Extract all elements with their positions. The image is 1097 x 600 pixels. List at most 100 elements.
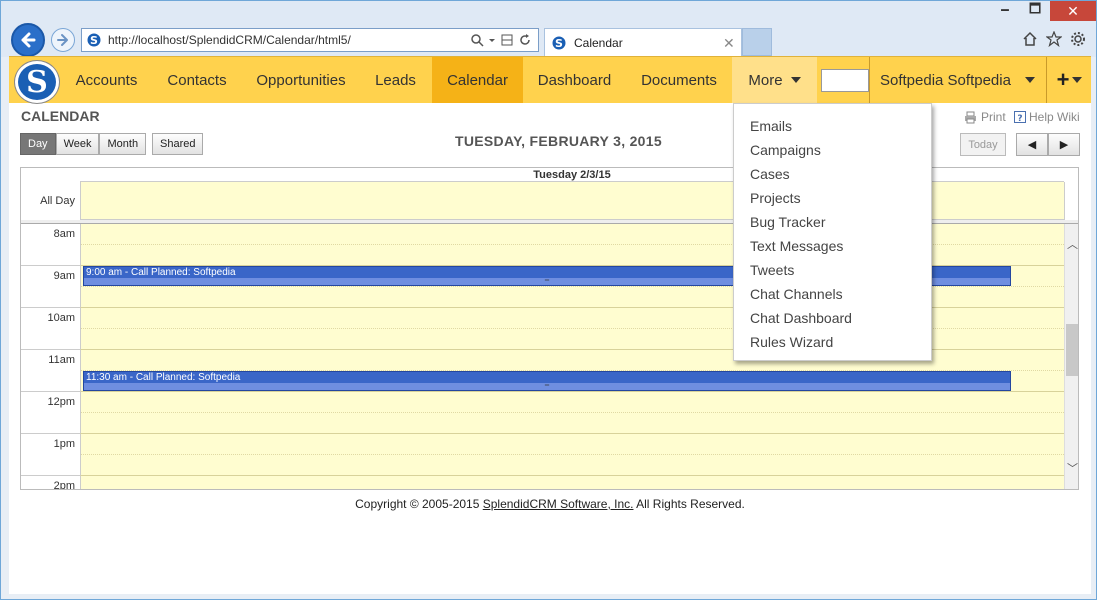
- splendidcrm-logo[interactable]: S: [15, 61, 59, 103]
- nav-dashboard[interactable]: Dashboard: [523, 57, 626, 103]
- current-date-title: TUESDAY, FEBRUARY 3, 2015: [455, 133, 662, 149]
- user-menu[interactable]: Softpedia Softpedia: [869, 57, 1047, 103]
- nav-accounts[interactable]: Accounts: [62, 57, 151, 103]
- url-text[interactable]: http://localhost/SplendidCRM/Calendar/ht…: [108, 33, 470, 47]
- splendidcrm-favicon-icon: S: [86, 32, 102, 48]
- nav-contacts[interactable]: Contacts: [151, 57, 243, 103]
- new-tab-button[interactable]: [742, 28, 772, 56]
- search-icon[interactable]: [470, 33, 484, 47]
- tab-close-button[interactable]: ✕: [723, 35, 741, 52]
- forward-button[interactable]: [51, 28, 75, 52]
- nav-documents[interactable]: Documents: [626, 57, 732, 103]
- printer-icon: [965, 111, 976, 123]
- browser-titlebar: 🗕 🗖 ✕ S http://localhost/SplendidCRM/Cal…: [1, 1, 1096, 57]
- copyright-prefix: Copyright © 2005-2015: [355, 497, 483, 511]
- copyright-suffix: All Rights Reserved.: [633, 497, 745, 511]
- page-title: CALENDAR: [21, 108, 100, 124]
- view-month-button[interactable]: Month: [99, 133, 147, 155]
- time-label: 1pm: [21, 434, 80, 476]
- menu-item-text-messages[interactable]: Text Messages: [734, 234, 931, 258]
- scroll-thumb[interactable]: [1066, 324, 1078, 376]
- time-slot[interactable]: [80, 434, 1064, 476]
- settings-gear-icon[interactable]: [1070, 31, 1086, 47]
- chevron-down-icon: [1072, 77, 1083, 83]
- help-wiki-link[interactable]: ? Help Wiki: [1014, 110, 1080, 124]
- copyright-footer: Copyright © 2005-2015 SplendidCRM Softwa…: [9, 497, 1091, 511]
- time-label: 9am: [21, 266, 80, 308]
- svg-text:S: S: [555, 37, 563, 50]
- menu-item-chat-channels[interactable]: Chat Channels: [734, 282, 931, 306]
- calendar-scrollbar[interactable]: ︿ ﹀: [1064, 224, 1078, 489]
- print-label: Print: [981, 110, 1006, 124]
- quick-create-button[interactable]: +: [1048, 57, 1091, 103]
- all-day-label: All Day: [40, 195, 75, 207]
- nav-more[interactable]: More: [732, 57, 817, 103]
- help-icon: ?: [1014, 111, 1026, 123]
- time-label: 2pm: [21, 476, 80, 489]
- time-label: 11am: [21, 350, 80, 392]
- more-dropdown-menu: Emails Campaigns Cases Projects Bug Trac…: [733, 103, 932, 361]
- menu-item-chat-dashboard[interactable]: Chat Dashboard: [734, 306, 931, 330]
- nav-leads[interactable]: Leads: [359, 57, 432, 103]
- previous-day-button[interactable]: ◀: [1016, 133, 1048, 156]
- svg-text:S: S: [90, 34, 98, 47]
- compatibility-icon[interactable]: [500, 33, 514, 47]
- browser-toolbar-icons: [1022, 31, 1086, 47]
- event-resize-handle[interactable]: ═: [84, 383, 1010, 390]
- time-label: 8am: [21, 224, 80, 266]
- back-arrow-icon: [21, 32, 36, 48]
- refresh-icon[interactable]: [518, 33, 532, 47]
- all-day-gutter: [1064, 182, 1078, 220]
- address-bar[interactable]: S http://localhost/SplendidCRM/Calendar/…: [81, 28, 539, 52]
- tab-title: Calendar: [574, 36, 623, 50]
- shared-button[interactable]: Shared: [152, 133, 204, 155]
- time-label: 10am: [21, 308, 80, 350]
- nav-more-label: More: [748, 71, 783, 89]
- nav-calendar[interactable]: Calendar: [432, 57, 523, 103]
- chevron-down-icon: [790, 77, 801, 83]
- svg-text:?: ?: [1017, 114, 1022, 123]
- view-day-button[interactable]: Day: [20, 133, 56, 155]
- back-button[interactable]: [11, 23, 45, 57]
- minimize-button[interactable]: 🗕: [990, 1, 1020, 21]
- plus-icon: +: [1056, 67, 1070, 92]
- view-switcher: Day Week Month: [20, 133, 147, 155]
- browser-window: 🗕 🗖 ✕ S http://localhost/SplendidCRM/Cal…: [0, 0, 1097, 600]
- dropdown-icon[interactable]: [488, 33, 496, 47]
- menu-item-bug-tracker[interactable]: Bug Tracker: [734, 210, 931, 234]
- menu-item-rules-wizard[interactable]: Rules Wizard: [734, 330, 931, 354]
- user-name: Softpedia Softpedia: [880, 71, 1011, 89]
- forward-arrow-icon: [57, 34, 68, 46]
- splendidcrm-link[interactable]: SplendidCRM Software, Inc.: [483, 497, 634, 511]
- menu-item-campaigns[interactable]: Campaigns: [734, 138, 931, 162]
- crm-page: S Accounts Contacts Opportunities Leads …: [9, 56, 1091, 594]
- window-controls: 🗕 🗖 ✕: [990, 1, 1096, 23]
- help-label: Help Wiki: [1029, 110, 1080, 124]
- menu-item-emails[interactable]: Emails: [734, 114, 931, 138]
- splendidcrm-favicon-icon: S: [551, 35, 567, 51]
- time-slot[interactable]: [80, 392, 1064, 434]
- maximize-button[interactable]: 🗖: [1020, 1, 1050, 21]
- chevron-down-icon: [1024, 77, 1035, 83]
- today-button[interactable]: Today: [960, 133, 1006, 156]
- time-slot[interactable]: [80, 476, 1064, 489]
- close-window-button[interactable]: ✕: [1050, 1, 1096, 21]
- browser-tab[interactable]: S Calendar ✕: [544, 28, 742, 57]
- main-nav-bar: S Accounts Contacts Opportunities Leads …: [9, 56, 1091, 103]
- next-day-button[interactable]: ▶: [1048, 133, 1080, 156]
- scroll-down-icon[interactable]: ﹀: [1065, 460, 1078, 475]
- menu-item-projects[interactable]: Projects: [734, 186, 931, 210]
- quick-search-input[interactable]: [821, 69, 869, 92]
- home-icon[interactable]: [1022, 31, 1038, 47]
- time-label: 12pm: [21, 392, 80, 434]
- event-label: 9:00 am - Call Planned: Softpedia: [86, 267, 236, 278]
- scroll-up-icon[interactable]: ︿: [1065, 236, 1078, 251]
- menu-item-cases[interactable]: Cases: [734, 162, 931, 186]
- calendar-event[interactable]: 11:30 am - Call Planned: Softpedia ═: [83, 371, 1011, 391]
- favorites-star-icon[interactable]: [1046, 31, 1062, 47]
- view-week-button[interactable]: Week: [55, 133, 100, 155]
- event-label: 11:30 am - Call Planned: Softpedia: [86, 372, 241, 383]
- menu-item-tweets[interactable]: Tweets: [734, 258, 931, 282]
- nav-opportunities[interactable]: Opportunities: [243, 57, 359, 103]
- print-link[interactable]: Print: [964, 110, 1006, 124]
